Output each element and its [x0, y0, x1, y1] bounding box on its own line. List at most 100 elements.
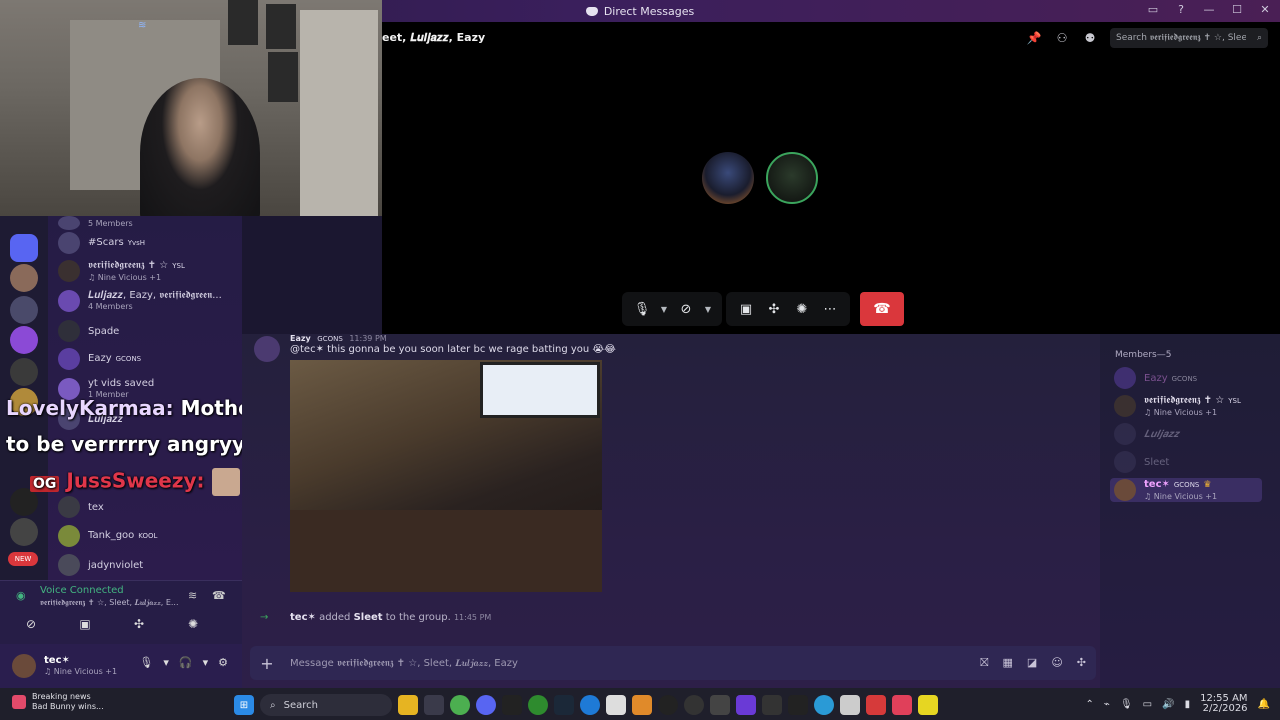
member-item[interactable]: 𝖛𝖊𝖗𝖎𝖋𝖎𝖊𝖉𝖌𝖗𝖊𝖊𝖓𝖟 ✝ ☆ YSL ♫ Nine Vicious +1: [1114, 394, 1274, 418]
chevron-up-icon[interactable]: ⌃: [1086, 699, 1094, 710]
system-actor[interactable]: tec✶: [290, 612, 316, 623]
add-friends-icon[interactable]: ⚇: [1054, 31, 1070, 45]
obs-icon[interactable]: [684, 695, 704, 715]
app-icon[interactable]: [736, 695, 756, 715]
news-widget[interactable]: Breaking news Bad Bunny wins...: [12, 692, 104, 712]
noise-suppression-icon[interactable]: ≋: [188, 589, 197, 602]
sticker-icon[interactable]: ◪: [1027, 656, 1037, 670]
microphone-icon[interactable]: 🎙: [139, 656, 153, 669]
soundboard-icon[interactable]: ✺: [180, 617, 206, 631]
notification-bell-icon[interactable]: 🔔: [1258, 699, 1270, 710]
mic-tray-icon[interactable]: 🎙: [1120, 699, 1133, 710]
chrome-icon[interactable]: [450, 695, 470, 715]
microphone-icon[interactable]: 🎙: [630, 302, 654, 317]
screen-share-icon[interactable]: ▣: [72, 617, 98, 631]
chevron-down-icon[interactable]: ▾: [163, 656, 169, 669]
network-icon[interactable]: ⌁: [1104, 699, 1110, 710]
store-icon[interactable]: [424, 695, 444, 715]
message-avatar[interactable]: [254, 336, 280, 362]
search-input[interactable]: Search 𝖛𝖊𝖗𝖎𝖋𝖎𝖊𝖉𝖌𝖗𝖊𝖊𝖓𝖟 ✝ ☆, Slee... ⌕: [1110, 28, 1268, 48]
server-icon[interactable]: [10, 234, 38, 262]
activities-icon[interactable]: ✣: [126, 617, 152, 631]
new-badge[interactable]: NEW: [8, 552, 38, 566]
dm-item[interactable]: Tank_goo KOOL: [58, 523, 238, 549]
app-icon[interactable]: [866, 695, 886, 715]
battery-icon[interactable]: ▮: [1185, 699, 1191, 710]
chevron-down-icon[interactable]: ▾: [203, 656, 209, 669]
steam-icon[interactable]: [554, 695, 574, 715]
disconnect-button[interactable]: ☎: [860, 292, 904, 326]
help-icon[interactable]: ?: [1174, 3, 1188, 16]
gift-icon[interactable]: ⛝: [980, 656, 988, 670]
system-target[interactable]: Sleet: [354, 612, 383, 623]
avatar[interactable]: [12, 654, 36, 678]
participant-avatar[interactable]: [702, 152, 754, 204]
app-icon[interactable]: [788, 695, 808, 715]
app-icon[interactable]: [762, 695, 782, 715]
file-explorer-icon[interactable]: [398, 695, 418, 715]
minimize-button[interactable]: —: [1202, 3, 1216, 16]
epic-games-icon[interactable]: [502, 695, 522, 715]
clock[interactable]: 12:55 AM 2/2/2026: [1200, 694, 1247, 714]
member-item[interactable]: Eazy GCONS: [1114, 366, 1274, 390]
edge-icon[interactable]: [814, 695, 834, 715]
add-attachment-icon[interactable]: +: [250, 654, 284, 673]
message-image[interactable]: [290, 360, 602, 592]
app-icon[interactable]: [606, 695, 626, 715]
volume-icon[interactable]: 🔊: [1162, 699, 1174, 710]
member-item-self[interactable]: tec✶ GCONS ♛ ♫ Nine Vicious +1: [1110, 478, 1262, 502]
emoji-icon[interactable]: ☺: [1051, 656, 1062, 670]
gif-icon[interactable]: ▦: [1003, 656, 1013, 670]
app-icon[interactable]: [632, 695, 652, 715]
dm-item[interactable]: 𝖛𝖊𝖗𝖎𝖋𝖎𝖊𝖉𝖌𝖗𝖊𝖊𝖓𝖟 ✝ ☆ YSL ♫ Nine Vicious +1: [58, 258, 238, 284]
taskbar-search[interactable]: ⌕ Search: [260, 694, 392, 716]
member-list-icon[interactable]: ⚉: [1082, 31, 1098, 45]
message-composer[interactable]: + Message 𝖛𝖊𝖗𝖎𝖋𝖎𝖊𝖉𝖌𝖗𝖊𝖊𝖓𝖟 ✝ ☆, Sleet, 𝑳𝒖𝒍…: [250, 646, 1096, 680]
disconnect-icon[interactable]: ☎: [212, 589, 226, 602]
chevron-down-icon[interactable]: ▼: [658, 305, 670, 314]
server-icon[interactable]: [10, 326, 38, 354]
member-item[interactable]: 𝑳𝒖𝒍𝒋𝒂𝒛𝒛: [1114, 422, 1274, 446]
display-icon[interactable]: ▭: [1143, 699, 1152, 710]
gear-icon[interactable]: ⚙: [218, 656, 228, 669]
maximize-button[interactable]: ☐: [1230, 3, 1244, 16]
camera-off-icon[interactable]: ⊘: [674, 302, 698, 317]
server-icon[interactable]: [10, 518, 38, 546]
app-icon[interactable]: [658, 695, 678, 715]
chevron-down-icon[interactable]: ▼: [702, 305, 714, 314]
participant-avatar-speaking[interactable]: [766, 152, 818, 204]
voice-status[interactable]: Voice Connected: [40, 585, 124, 596]
soundboard-icon[interactable]: ✺: [790, 302, 814, 317]
activities-icon[interactable]: ✣: [762, 302, 786, 317]
message-author[interactable]: Eazy: [290, 334, 311, 343]
music-icon[interactable]: [892, 695, 912, 715]
app-icon[interactable]: [918, 695, 938, 715]
camera-off-icon[interactable]: ⊘: [18, 617, 44, 631]
close-button[interactable]: ✕: [1258, 3, 1272, 16]
dm-item[interactable]: jadynviolet: [58, 552, 238, 578]
apps-icon[interactable]: ✣: [1077, 656, 1086, 670]
server-icon[interactable]: [10, 358, 38, 386]
inbox-icon[interactable]: ▭: [1146, 3, 1160, 16]
app-icon[interactable]: [710, 695, 730, 715]
dm-item[interactable]: #Scars YvsH: [58, 230, 238, 256]
window-title: Direct Messages: [585, 5, 694, 18]
browser-icon[interactable]: [580, 695, 600, 715]
dm-item[interactable]: tex: [58, 494, 238, 520]
screen-share-icon[interactable]: ▣: [734, 302, 758, 317]
pin-icon[interactable]: 📌: [1026, 31, 1042, 45]
xbox-icon[interactable]: [528, 695, 548, 715]
voice-channel[interactable]: 𝖛𝖊𝖗𝖎𝖋𝖎𝖊𝖉𝖌𝖗𝖊𝖊𝖓𝖟 ✝ ☆, Sleet, 𝑳𝒖𝒍𝒋𝒂𝒛𝒛, E...: [40, 598, 179, 608]
dm-group[interactable]: 𝑳𝒖𝒍𝒋𝒂𝒛𝒛, Eazy, 𝖛𝖊𝖗𝖎𝖋𝖎𝖊𝖉𝖌𝖗𝖊𝖊𝖓... 4 Members: [58, 288, 238, 314]
start-icon[interactable]: ⊞: [234, 695, 254, 715]
server-icon[interactable]: [10, 296, 38, 324]
app-icon[interactable]: [840, 695, 860, 715]
discord-icon[interactable]: [476, 695, 496, 715]
dm-item[interactable]: Eazy GCONS: [58, 346, 238, 372]
member-item[interactable]: Sleet: [1114, 450, 1274, 474]
dm-item[interactable]: Spade: [58, 318, 238, 344]
more-options-icon[interactable]: ⋯: [818, 302, 842, 317]
username[interactable]: tec✶: [44, 655, 117, 666]
server-icon[interactable]: [10, 264, 38, 292]
headphones-icon[interactable]: 🎧: [179, 656, 193, 669]
